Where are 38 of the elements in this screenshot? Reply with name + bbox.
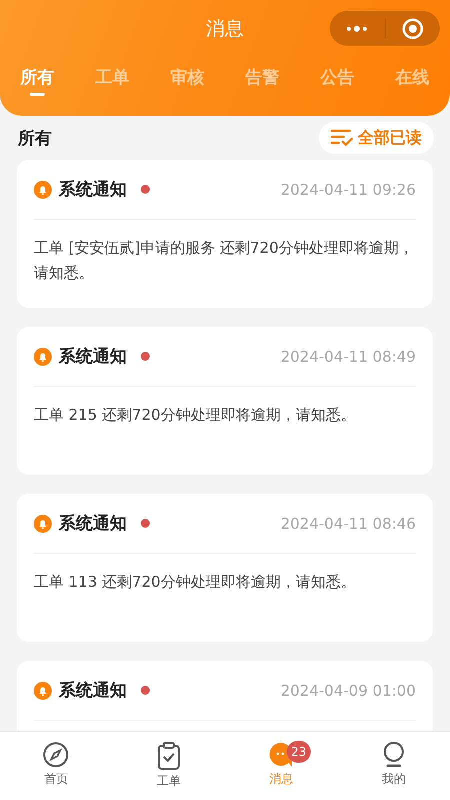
- message-title: 系统通知: [59, 179, 127, 201]
- page-title: 消息: [206, 17, 244, 42]
- more-icon[interactable]: [345, 24, 370, 32]
- nav-label: 消息: [269, 771, 294, 788]
- message-card[interactable]: 系统通知 2024-04-09 01:00: [17, 661, 433, 731]
- message-text: 工单 215 还剩720分钟处理即将逾期，请知悉。: [34, 405, 357, 426]
- unread-count-badge: 23: [287, 741, 311, 763]
- nav-item[interactable]: 工单: [112, 732, 225, 800]
- message-title: 系统通知: [59, 680, 127, 702]
- message-card[interactable]: 系统通知 2024-04-11 08:49 工单 215 还剩720分钟处理即将逾期，请知悉。: [17, 327, 433, 475]
- compass-icon: [43, 742, 70, 768]
- message-title: 系统通知: [59, 513, 127, 535]
- bell-icon: [34, 514, 52, 532]
- tab[interactable]: 所有: [20, 60, 54, 93]
- bell-icon: [34, 682, 52, 700]
- message-card[interactable]: 系统通知 2024-04-11 08:46 工单 113 还剩720分钟处理即将逾期，请知悉。: [17, 494, 433, 642]
- close-icon[interactable]: [402, 18, 424, 40]
- list-check-icon: [331, 129, 353, 147]
- section-title: 所有: [18, 128, 52, 150]
- nav-label: 我的: [382, 771, 406, 788]
- nav-item[interactable]: 首页: [0, 732, 112, 800]
- message-title: 系统通知: [59, 346, 127, 368]
- nav-item[interactable]: 消息 23: [225, 732, 338, 800]
- message-time: 2024-04-09 01:00: [280, 682, 416, 700]
- bell-icon: [34, 180, 52, 198]
- message-card[interactable]: 系统通知 2024-04-11 09:26 工单 [安安伍贰]申请的服务 还剩720分钟处理即将逾期，请知悉。: [17, 160, 433, 308]
- message-text: 工单 [安安伍贰]申请的服务 还剩720分钟处理即将逾期，请知悉。: [34, 238, 415, 284]
- nav-label: 首页: [44, 771, 68, 788]
- message-text: 工单 113 还剩720分钟处理即将逾期，请知悉。: [34, 572, 357, 593]
- nav-item[interactable]: 我的: [338, 732, 450, 800]
- person-icon: [382, 742, 406, 768]
- message-time: 2024-04-11 08:49: [280, 348, 416, 366]
- nav-label: 工单: [156, 773, 181, 790]
- message-time: 2024-04-11 09:26: [280, 180, 416, 198]
- mark-all-read-button[interactable]: 全部已读: [319, 122, 434, 154]
- message-time: 2024-04-11 08:46: [280, 514, 416, 532]
- clipboard-check-icon: [158, 742, 180, 770]
- bell-icon: [34, 348, 52, 366]
